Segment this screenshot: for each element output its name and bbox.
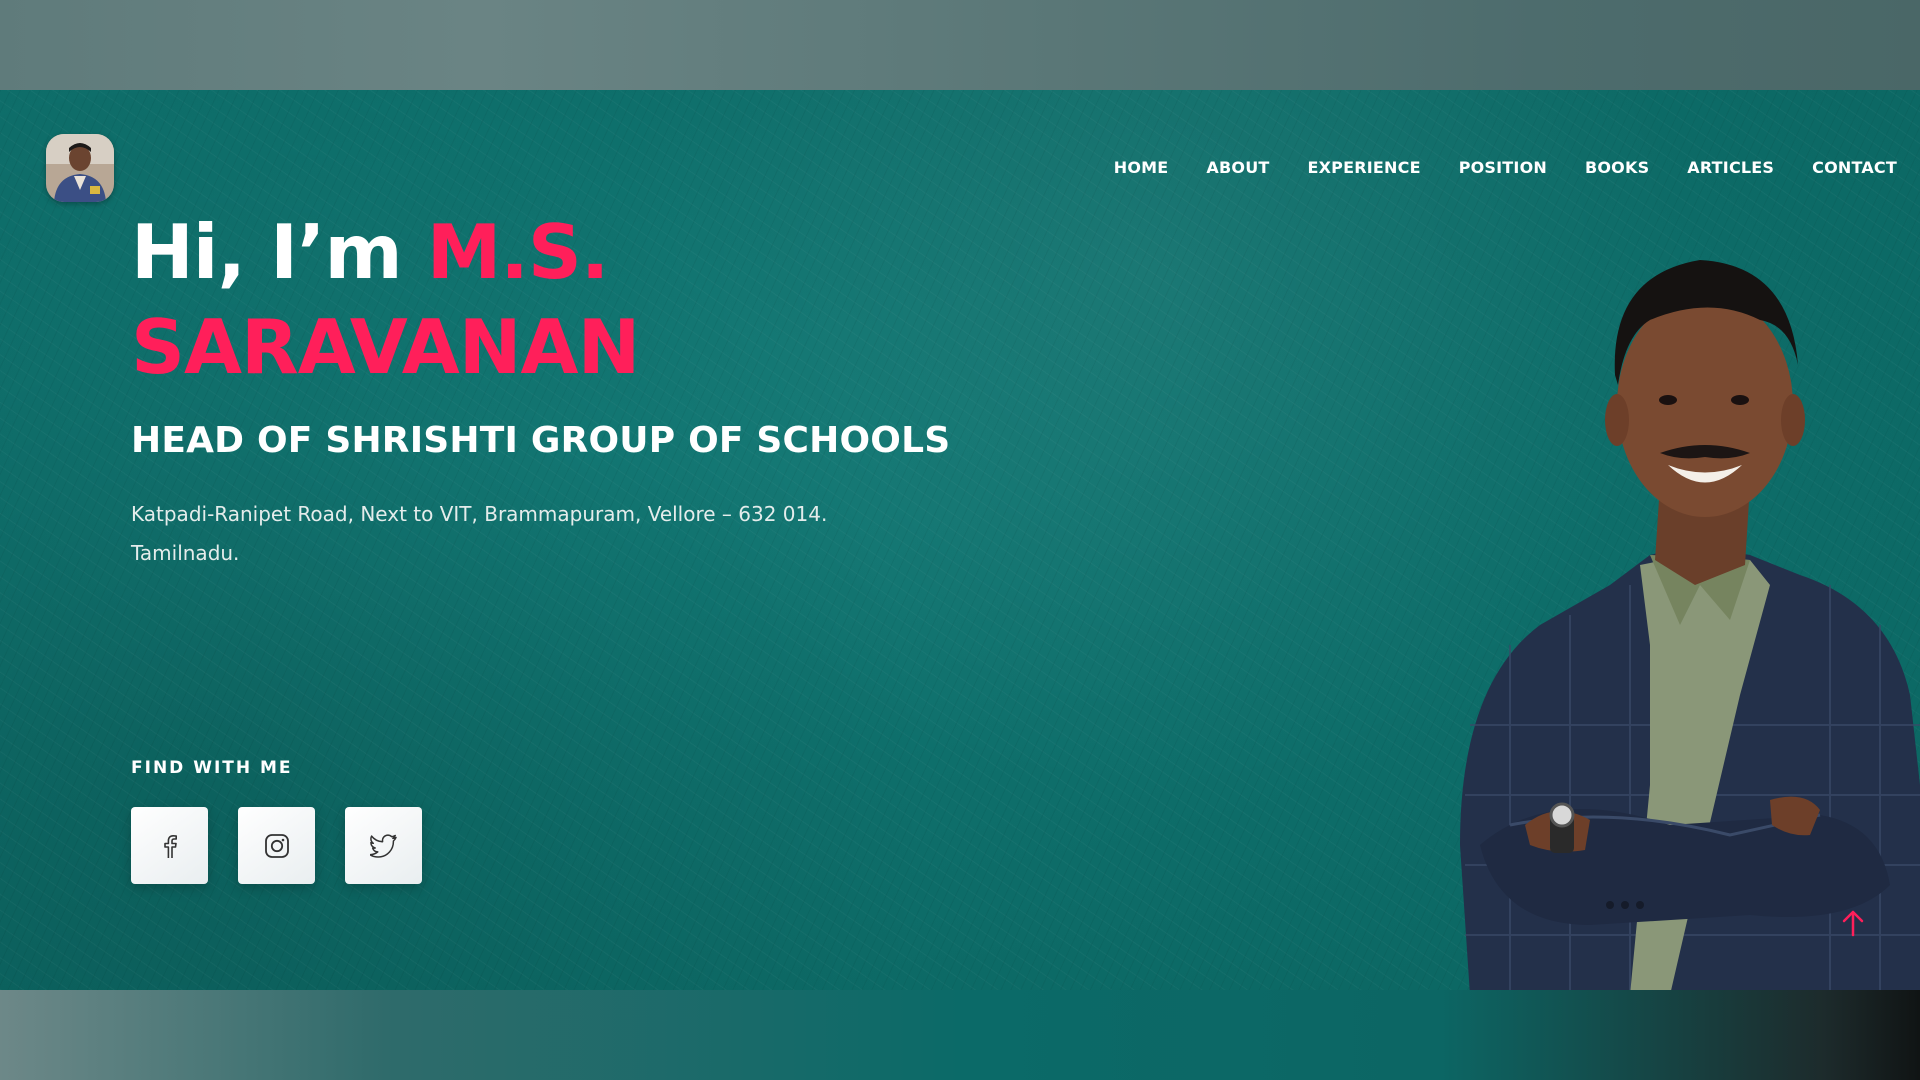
name-last: SARAVANAN [131,303,640,391]
main-nav: HOME ABOUT EXPERIENCE POSITION BOOKS ART… [1076,158,1897,177]
nav-position[interactable]: POSITION [1459,158,1547,177]
hero-section: HOME ABOUT EXPERIENCE POSITION BOOKS ART… [0,90,1920,990]
avatar-image [46,134,114,202]
role-title: HEAD OF SHRISHTI GROUP OF SCHOOLS [131,420,951,461]
page: HOME ABOUT EXPERIENCE POSITION BOOKS ART… [0,0,1920,1080]
hero-heading: Hi, I’m M.S. SARAVANAN [131,205,1031,395]
address-line-1: Katpadi-Ranipet Road, Next to VIT, Bramm… [131,502,828,526]
nav-articles[interactable]: ARTICLES [1687,158,1774,177]
find-with-me-title: FIND WITH ME [131,758,293,778]
top-backdrop [0,0,1920,90]
nav-contact[interactable]: CONTACT [1812,158,1897,177]
nav-home[interactable]: HOME [1114,158,1169,177]
nav-about[interactable]: ABOUT [1206,158,1269,177]
facebook-button[interactable] [131,807,208,884]
twitter-button[interactable] [345,807,422,884]
address-line-2: Tamilnadu. [131,541,240,565]
logo-avatar[interactable] [46,134,114,202]
twitter-icon [369,833,397,858]
name-first: M.S. [426,208,610,296]
scroll-top-arrow-icon[interactable] [1838,908,1868,938]
portrait-image [1460,260,1920,990]
instagram-icon [264,833,289,858]
bottom-backdrop [0,990,1920,1080]
facebook-icon [163,834,177,858]
nav-experience[interactable]: EXPERIENCE [1308,158,1421,177]
nav-books[interactable]: BOOKS [1585,158,1649,177]
social-links [131,807,452,884]
instagram-button[interactable] [238,807,315,884]
greeting-text: Hi, I’m [131,208,427,296]
address: Katpadi-Ranipet Road, Next to VIT, Bramm… [131,495,891,573]
